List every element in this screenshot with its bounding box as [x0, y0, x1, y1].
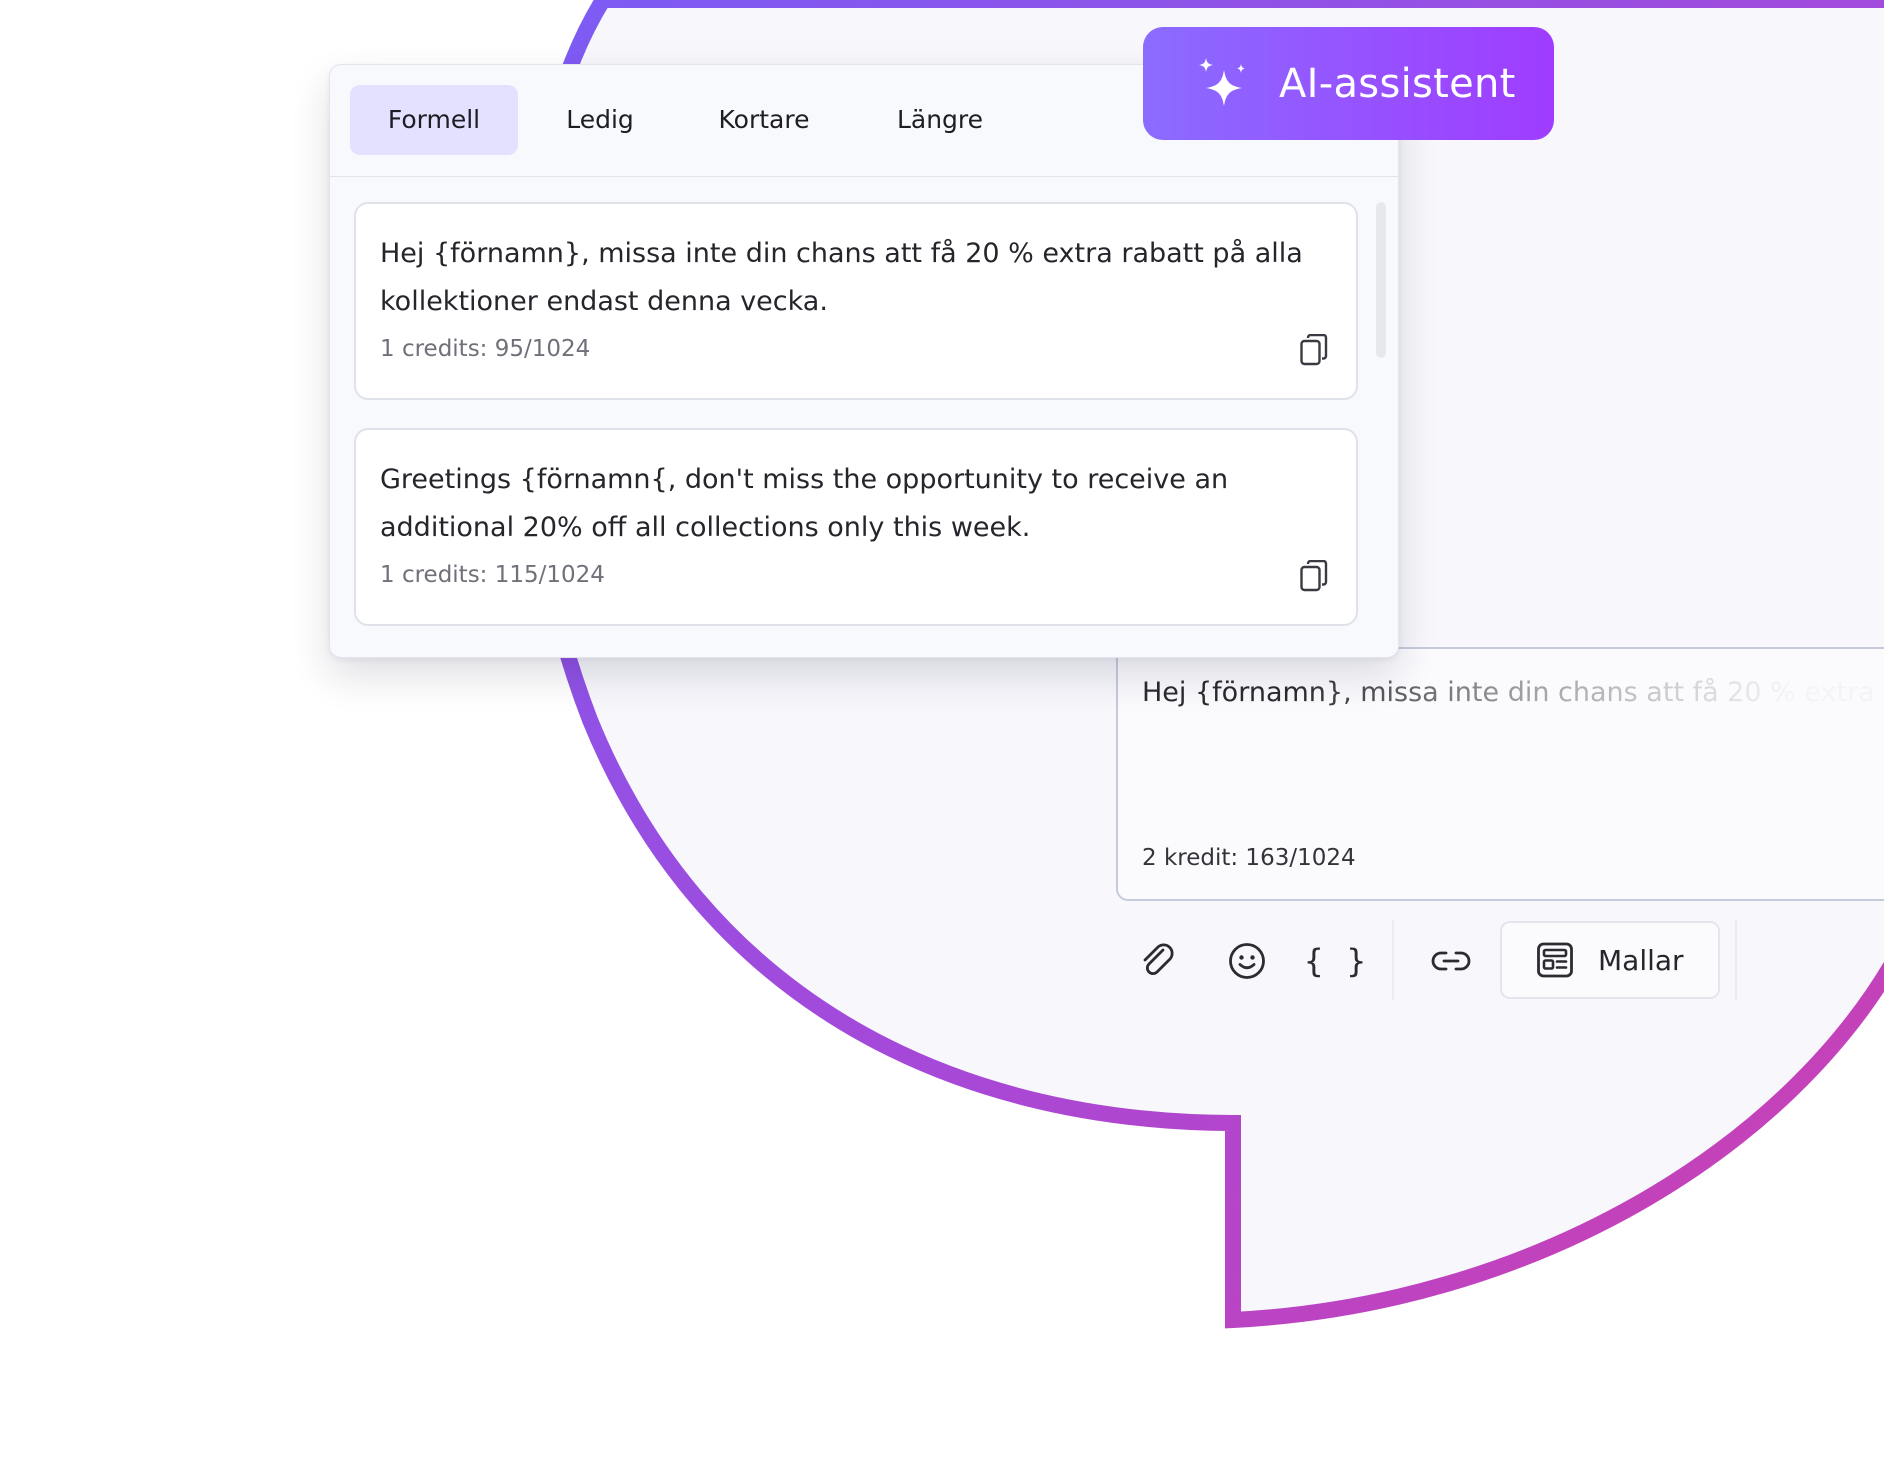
toolbar-divider: [1392, 920, 1394, 1000]
emoji-icon: [1229, 943, 1265, 979]
suggestion-card[interactable]: Hej {förnamn}, missa inte din chans att …: [354, 202, 1358, 400]
ai-assistant-label: AI-assistent: [1279, 60, 1516, 107]
message-compose-box[interactable]: Hej {förnamn}, missa inte din chans att …: [1116, 647, 1884, 901]
sparkle-icon: [1199, 57, 1245, 106]
link-button[interactable]: [1416, 926, 1486, 996]
message-text: Hej {förnamn}, missa inte din chans att …: [1142, 677, 1875, 708]
templates-button[interactable]: Mallar: [1500, 921, 1720, 999]
suggestion-text: Hej {förnamn}, missa inte din chans att …: [380, 238, 1303, 317]
templates-label: Mallar: [1598, 943, 1684, 977]
suggestions-scrollbar[interactable]: [1376, 202, 1386, 358]
tab-langre[interactable]: Längre: [860, 85, 1020, 155]
copy-icon[interactable]: [1300, 334, 1328, 366]
tab-formell[interactable]: Formell: [350, 85, 518, 155]
character-credit-count: 2 kredit: 163/1024: [1142, 845, 1356, 871]
emoji-button[interactable]: [1212, 926, 1282, 996]
ai-suggestions-panel: Formell Ledig Kortare Längre Hej {förnam…: [329, 64, 1399, 658]
suggestion-card[interactable]: Greetings {förnamn{, don't miss the oppo…: [354, 428, 1358, 626]
link-icon: [1431, 951, 1471, 971]
suggestion-credits: 1 credits: 95/1024: [380, 336, 591, 362]
paperclip-icon: [1143, 943, 1174, 976]
suggestion-credits: 1 credits: 115/1024: [380, 562, 605, 588]
attach-button[interactable]: [1123, 926, 1193, 996]
braces-icon: { }: [1304, 942, 1368, 980]
toolbar-divider: [1735, 920, 1737, 1000]
copy-icon[interactable]: [1300, 560, 1328, 592]
ai-assistant-button[interactable]: AI-assistent: [1143, 27, 1554, 140]
variable-button[interactable]: { }: [1301, 926, 1371, 996]
template-icon: [1537, 942, 1573, 978]
compose-toolbar: { } Mallar: [1116, 918, 1884, 1006]
tab-ledig[interactable]: Ledig: [530, 85, 670, 155]
suggestion-text: Greetings {förnamn{, don't miss the oppo…: [380, 464, 1229, 543]
tab-kortare[interactable]: Kortare: [684, 85, 844, 155]
